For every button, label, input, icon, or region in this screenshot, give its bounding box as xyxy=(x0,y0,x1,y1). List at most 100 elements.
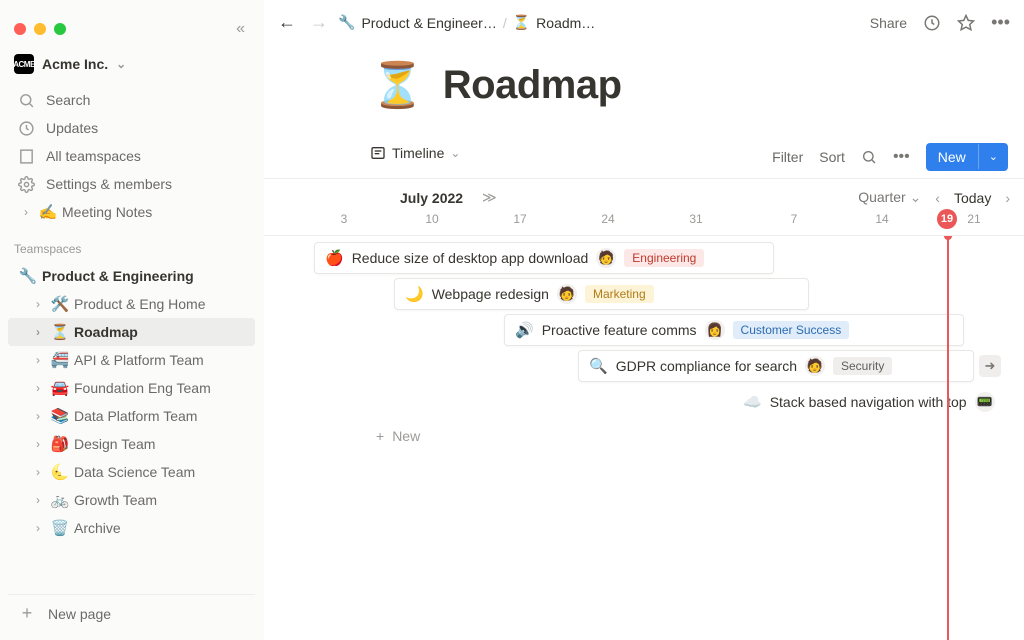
sidebar-item-design[interactable]: › 🎒 Design Team xyxy=(8,430,255,458)
card-icon: 🔊 xyxy=(515,321,534,339)
new-page-button[interactable]: + New page xyxy=(8,594,255,632)
sidebar-item-label: Data Platform Team xyxy=(74,408,197,424)
page-icon: 🗑️ xyxy=(50,519,70,537)
sidebar-item-archive[interactable]: › 🗑️ Archive xyxy=(8,514,255,542)
timeline-today-button[interactable]: Today xyxy=(954,190,991,206)
open-card-icon[interactable]: ➜ xyxy=(979,355,1001,377)
wrench-icon: 🔧 xyxy=(18,267,38,285)
sidebar-item-roadmap[interactable]: › ⏳ Roadmap xyxy=(8,318,255,346)
timeline-body[interactable]: 🍎 Reduce size of desktop app download 🧑 … xyxy=(264,236,1024,640)
chevron-right-icon[interactable]: › xyxy=(30,465,46,479)
teamspace-product-engineering[interactable]: 🔧 Product & Engineering xyxy=(8,262,255,290)
sidebar-updates-label: Updates xyxy=(46,120,98,136)
memo-icon: ✍️ xyxy=(38,203,58,221)
maximize-window-icon[interactable] xyxy=(54,23,66,35)
share-button[interactable]: Share xyxy=(870,15,907,31)
sidebar-item-label: Foundation Eng Team xyxy=(74,380,211,396)
timeline-date: 10 xyxy=(425,212,438,226)
sidebar-item-api-platform[interactable]: › 🚝 API & Platform Team xyxy=(8,346,255,374)
timeline-scale-button[interactable]: Quarter ⌄ xyxy=(858,189,921,206)
view-tab-timeline[interactable]: Timeline ⌄ xyxy=(370,145,460,169)
page-icon: 🚘 xyxy=(50,379,70,397)
timeline-card[interactable]: ☁️ Stack based navigation with top 📟 xyxy=(724,386,1024,418)
page-emoji[interactable]: ⏳ xyxy=(370,59,425,111)
plus-icon: + xyxy=(18,603,36,624)
breadcrumb-crumb-2[interactable]: ⏳ Roadm… xyxy=(513,14,596,31)
topbar-actions: Share ••• xyxy=(870,12,1010,33)
gear-icon xyxy=(16,176,36,193)
star-icon[interactable] xyxy=(957,14,975,32)
expand-panel-icon[interactable]: ≫ xyxy=(482,189,497,206)
sort-button[interactable]: Sort xyxy=(819,149,845,165)
sidebar-item-foundation-eng[interactable]: › 🚘 Foundation Eng Team xyxy=(8,374,255,402)
new-button[interactable]: New ⌄ xyxy=(926,143,1008,171)
clock-icon[interactable] xyxy=(923,14,941,32)
sidebar-settings[interactable]: Settings & members xyxy=(8,170,255,198)
chevron-down-icon[interactable]: ⌄ xyxy=(978,144,1008,169)
chevron-right-icon[interactable]: › xyxy=(30,521,46,535)
chevron-right-icon[interactable]: › xyxy=(30,353,46,367)
timeline-next-icon[interactable]: › xyxy=(1005,190,1010,206)
chevron-right-icon[interactable]: › xyxy=(30,325,46,339)
nav-forward-icon[interactable]: → xyxy=(310,12,328,33)
sidebar-all-teamspaces-label: All teamspaces xyxy=(46,148,141,164)
sidebar-search[interactable]: Search xyxy=(8,86,255,114)
chevron-right-icon[interactable]: › xyxy=(30,409,46,423)
nav-back-icon[interactable]: ← xyxy=(278,12,296,33)
sidebar-item-meeting-notes[interactable]: › ✍️ Meeting Notes xyxy=(8,198,255,226)
collapse-sidebar-icon[interactable]: « xyxy=(232,16,249,42)
timeline-card[interactable]: 🍎 Reduce size of desktop app download 🧑 … xyxy=(314,242,774,274)
page-title-row: ⏳ Roadmap xyxy=(264,59,1024,111)
sidebar-item-label: Meeting Notes xyxy=(62,204,152,220)
sidebar-search-label: Search xyxy=(46,92,90,108)
breadcrumb-crumb-1[interactable]: 🔧 Product & Engineer… xyxy=(338,14,497,31)
timeline-today-marker: 19 xyxy=(937,209,957,229)
more-icon[interactable]: ••• xyxy=(893,148,910,166)
sidebar: « ACME Acme Inc. ⌄ Search Updates xyxy=(0,0,264,640)
search-icon[interactable] xyxy=(861,149,877,165)
timeline-card[interactable]: 🔊 Proactive feature comms 👩 Customer Suc… xyxy=(504,314,964,346)
sidebar-item-data-science[interactable]: › 🌜 Data Science Team xyxy=(8,458,255,486)
wrench-icon: 🔧 xyxy=(338,14,355,31)
clock-icon xyxy=(16,120,36,137)
sidebar-item-label: Design Team xyxy=(74,436,155,452)
page-title[interactable]: Roadmap xyxy=(443,63,622,108)
card-icon: 🌙 xyxy=(405,285,424,303)
avatar: 🧑 xyxy=(557,284,577,304)
card-icon: ☁️ xyxy=(743,393,762,411)
chevron-right-icon[interactable]: › xyxy=(30,493,46,507)
chevron-right-icon[interactable]: › xyxy=(30,437,46,451)
workspace-switcher[interactable]: ACME Acme Inc. ⌄ xyxy=(0,50,263,84)
sidebar-item-product-eng-home[interactable]: › 🛠️ Product & Eng Home xyxy=(8,290,255,318)
sidebar-item-label: API & Platform Team xyxy=(74,352,204,368)
timeline-card[interactable]: 🔍 GDPR compliance for search 🧑 Security … xyxy=(578,350,974,382)
sidebar-all-teamspaces[interactable]: All teamspaces xyxy=(8,142,255,170)
breadcrumb-label: Product & Engineer… xyxy=(361,15,496,31)
close-window-icon[interactable] xyxy=(14,23,26,35)
sidebar-item-data-platform[interactable]: › 📚 Data Platform Team xyxy=(8,402,255,430)
minimize-window-icon[interactable] xyxy=(34,23,46,35)
new-button-label: New xyxy=(926,143,978,171)
filter-button[interactable]: Filter xyxy=(772,149,803,165)
timeline-new-row[interactable]: + New xyxy=(376,428,420,444)
timeline-prev-icon[interactable]: ‹ xyxy=(935,190,940,206)
search-icon xyxy=(16,92,36,109)
sidebar-section-heading: Teamspaces xyxy=(0,228,263,260)
chevron-down-icon[interactable]: ⌄ xyxy=(450,146,460,160)
more-icon[interactable]: ••• xyxy=(991,12,1010,33)
timeline-new-label: New xyxy=(392,428,420,444)
sidebar-updates[interactable]: Updates xyxy=(8,114,255,142)
card-icon: 🍎 xyxy=(325,249,344,267)
sidebar-item-growth[interactable]: › 🚲 Growth Team xyxy=(8,486,255,514)
card-tag: Marketing xyxy=(585,285,654,303)
timeline-icon xyxy=(370,145,386,161)
timeline-date: 17 xyxy=(513,212,526,226)
timeline-card[interactable]: 🌙 Webpage redesign 🧑 Marketing xyxy=(394,278,809,310)
card-title: Proactive feature comms xyxy=(542,322,697,338)
teamspace-label: Product & Engineering xyxy=(42,268,194,284)
chevron-right-icon[interactable]: › xyxy=(30,297,46,311)
sidebar-settings-label: Settings & members xyxy=(46,176,172,192)
chevron-right-icon[interactable]: › xyxy=(30,381,46,395)
chevron-right-icon[interactable]: › xyxy=(18,205,34,219)
timeline-date: 31 xyxy=(689,212,702,226)
